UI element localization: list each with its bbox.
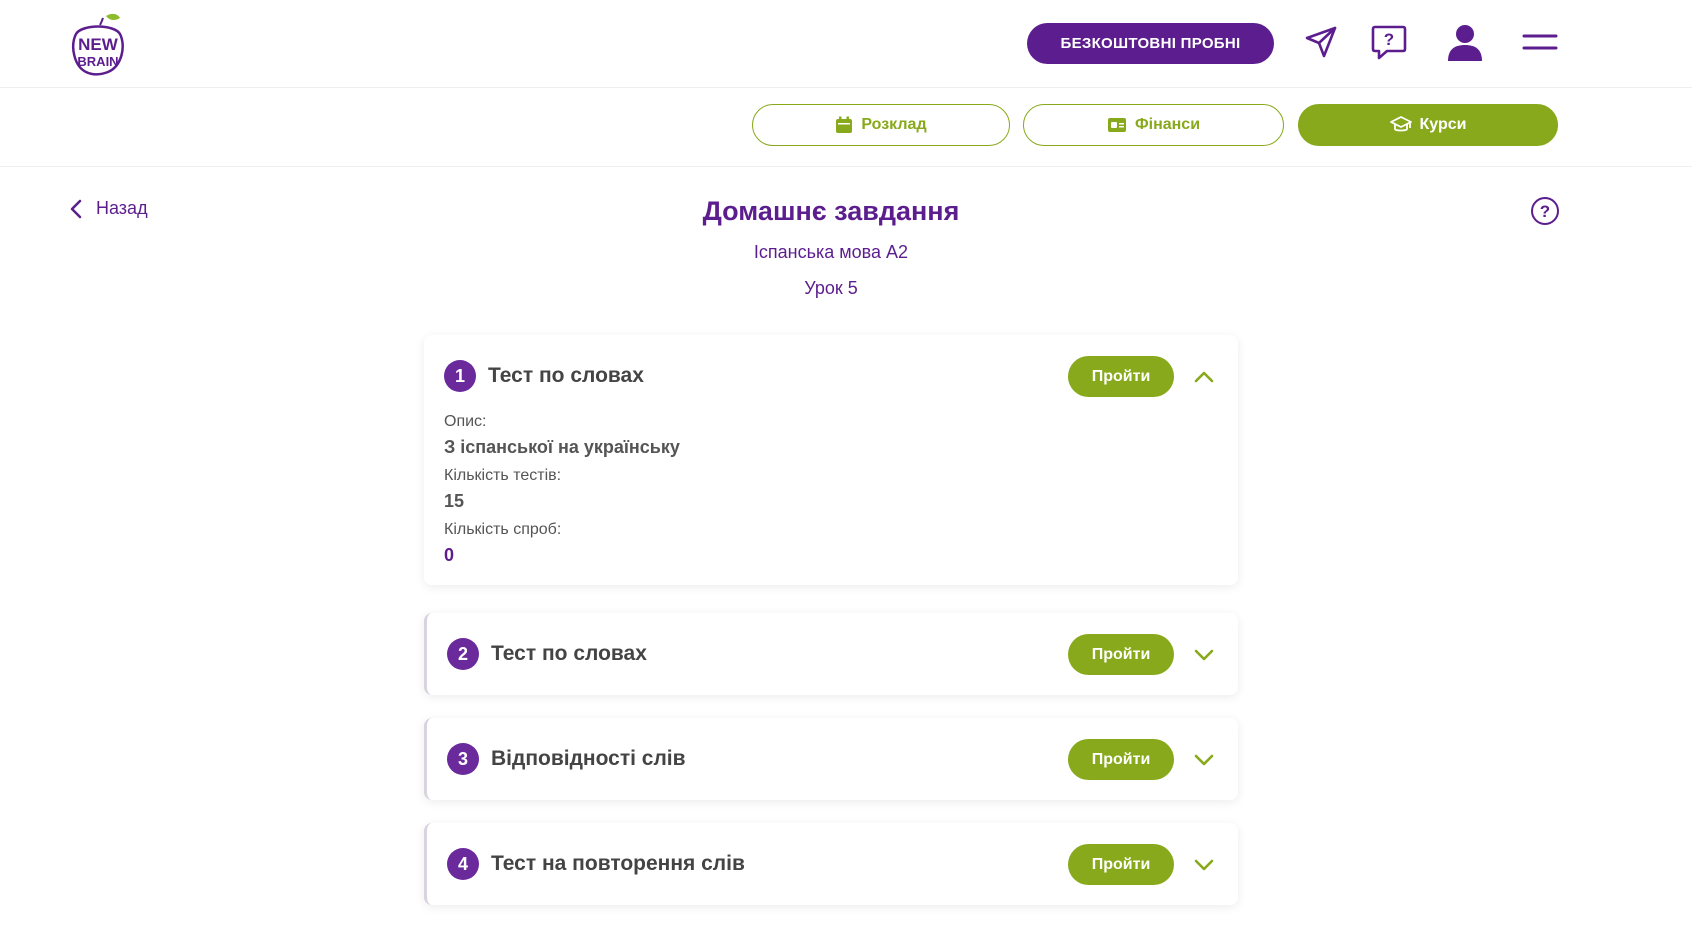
course-name: Іспанська мова А2 (753, 242, 909, 262)
help-icon[interactable]: ? (1530, 196, 1560, 231)
graduation-cap-icon (1389, 116, 1412, 132)
svg-text:BRAIN: BRAIN (77, 54, 118, 69)
task-number: 3 (447, 743, 479, 775)
menu-icon[interactable] (1518, 20, 1562, 64)
start-task-button[interactable]: Пройти (1068, 739, 1174, 780)
task-title: Тест по словах (488, 364, 644, 387)
schedule-tab-label: Розклад (861, 116, 927, 133)
attempts-count-value: 0 (444, 545, 455, 565)
free-trial-button[interactable]: БЕЗКОШТОВНІ ПРОБНІ (1027, 23, 1274, 64)
new-brain-logo[interactable]: NEW BRAIN (68, 12, 128, 76)
tests-count-value: 15 (444, 491, 465, 511)
svg-text:?: ? (1384, 30, 1394, 49)
task-number: 2 (447, 638, 479, 670)
schedule-tab[interactable]: Розклад (752, 104, 1010, 146)
description-label: Опис: (444, 413, 487, 430)
courses-tab-label: Курси (1419, 116, 1467, 133)
wallet-icon (1107, 118, 1126, 132)
svg-text:NEW: NEW (78, 35, 119, 54)
task-card: 2 Тест по словах Пройти (424, 613, 1238, 695)
paper-plane-icon[interactable] (1299, 20, 1343, 64)
chevron-down-icon[interactable] (1192, 748, 1216, 772)
chevron-down-icon[interactable] (1192, 853, 1216, 877)
task-card: 4 Тест на повторення слів Пройти (424, 823, 1238, 905)
calendar-icon (836, 116, 853, 133)
chevron-down-icon[interactable] (1192, 643, 1216, 667)
task-number: 1 (444, 360, 476, 392)
page-title: Домашнє завдання (702, 196, 960, 226)
attempts-count-label: Кількість спроб: (444, 521, 562, 538)
question-chat-icon[interactable]: ? (1367, 20, 1411, 64)
start-task-button[interactable]: Пройти (1068, 844, 1174, 885)
task-number: 4 (447, 848, 479, 880)
tests-count-label: Кількість тестів: (444, 467, 562, 484)
task-title: Відповідності слів (491, 747, 686, 770)
start-task-button[interactable]: Пройти (1068, 634, 1174, 675)
user-icon[interactable] (1443, 20, 1487, 64)
task-title: Тест по словах (491, 642, 647, 665)
courses-tab[interactable]: Курси (1298, 104, 1558, 146)
description-value: З іспанської на українську (444, 437, 680, 457)
sub-navigation: Розклад Фінанси Курси (0, 89, 1692, 167)
chevron-up-icon[interactable] (1192, 365, 1216, 389)
top-header: NEW BRAIN БЕЗКОШТОВНІ ПРОБНІ ? (0, 0, 1692, 88)
lesson-name: Урок 5 (804, 278, 858, 298)
task-card: 1 Тест по словах Пройти Опис: З іспанськ… (424, 335, 1238, 585)
task-details: Опис: З іспанської на українську Кількіс… (444, 411, 680, 573)
svg-text:?: ? (1540, 202, 1550, 221)
finance-tab[interactable]: Фінанси (1023, 104, 1284, 146)
start-task-button[interactable]: Пройти (1068, 356, 1174, 397)
finance-tab-label: Фінанси (1134, 116, 1201, 133)
task-card: 3 Відповідності слів Пройти (424, 718, 1238, 800)
task-title: Тест на повторення слів (491, 852, 745, 875)
